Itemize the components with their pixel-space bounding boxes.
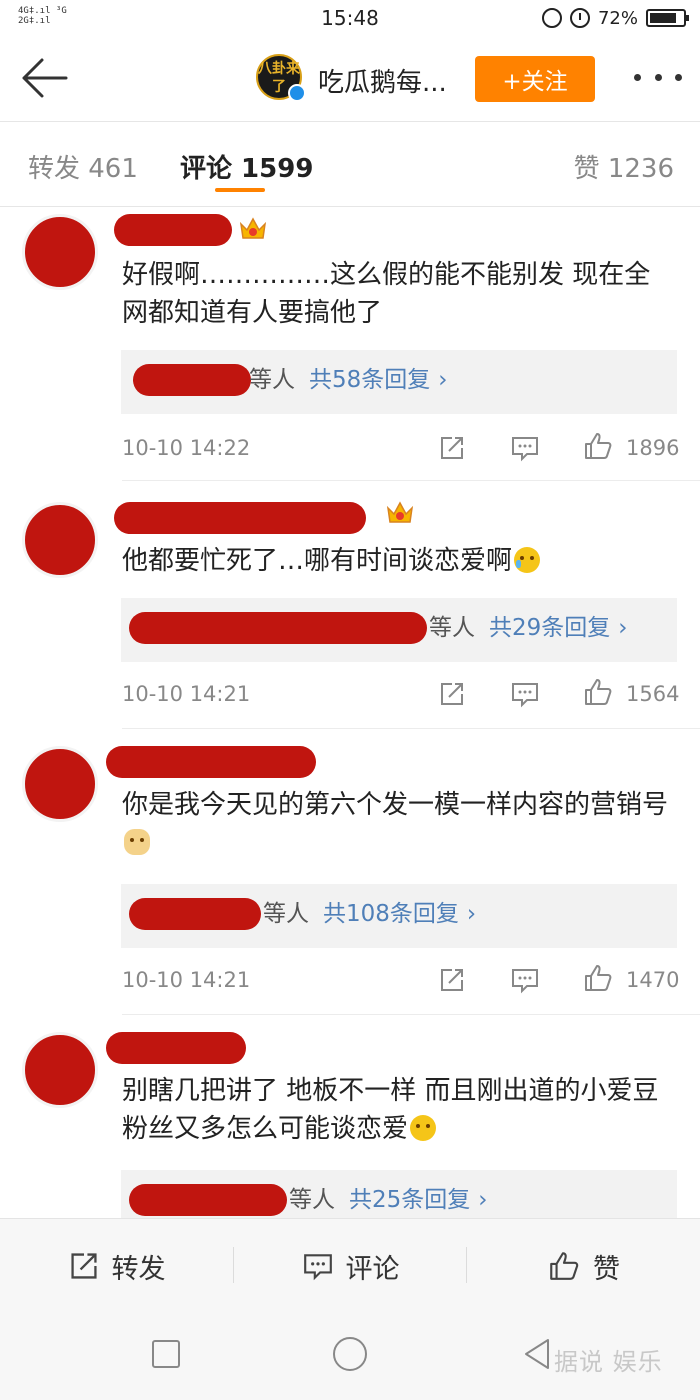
reply-count-link[interactable]: 共58条回复	[309, 367, 430, 393]
system-navigation-bar: 据说 娱乐	[0, 1312, 700, 1400]
share-icon[interactable]	[438, 966, 466, 994]
battery-icon	[646, 9, 689, 27]
commenter-avatar[interactable]	[22, 1032, 98, 1108]
active-tab-indicator	[215, 188, 265, 192]
comment-button[interactable]: 评论	[234, 1219, 467, 1313]
comment-text: 你是我今天见的第六个发一模一样内容的营销号	[122, 786, 670, 862]
recent-apps-icon[interactable]	[152, 1340, 180, 1368]
commenter-name-redacted[interactable]	[114, 502, 366, 534]
reply-preview[interactable]: 等人 共25条回复 ›	[121, 1170, 677, 1218]
vip-crown-icon	[386, 501, 414, 523]
thumbs-up-icon	[550, 1252, 579, 1280]
comment-text: 好假啊……………这么假的能不能别发 现在全网都知道有人要搞他了	[122, 260, 651, 328]
reply-who: 等人	[249, 367, 295, 393]
chevron-right-icon: ›	[478, 1187, 488, 1213]
bottom-action-bar: 转发 评论 赞	[0, 1218, 700, 1312]
tab-likes[interactable]: 赞 1236	[574, 148, 674, 185]
thumbs-up-icon[interactable]	[582, 430, 614, 462]
chevron-right-icon: ›	[466, 901, 477, 927]
reply-count-link[interactable]: 共108条回复	[323, 901, 459, 927]
thumbs-up-icon[interactable]	[582, 676, 614, 708]
alarm-icon	[569, 8, 590, 28]
comment-divider	[122, 480, 700, 481]
comment-icon[interactable]	[510, 680, 540, 708]
replier-names-redacted	[129, 898, 261, 930]
commenter-avatar[interactable]	[22, 746, 98, 822]
comment-label: 评论	[345, 1253, 400, 1285]
tab-comments[interactable]: 评论 1599	[180, 148, 313, 185]
reply-preview[interactable]: 等人 共108条回复 ›	[121, 884, 677, 948]
tab-forwards[interactable]: 转发 461	[28, 148, 138, 185]
share-icon	[70, 1253, 97, 1279]
commenter-avatar[interactable]	[22, 502, 98, 578]
replier-names-redacted	[129, 612, 427, 644]
comment-icon	[303, 1254, 332, 1281]
follow-button[interactable]: +关注	[475, 56, 595, 102]
vip-crown-icon	[239, 217, 267, 239]
comment-time: 10-10 14:21	[122, 682, 251, 706]
comment-time: 10-10 14:21	[122, 968, 251, 992]
replier-names-redacted	[133, 364, 251, 396]
like-count: 1564	[626, 682, 680, 706]
home-icon[interactable]	[333, 1337, 367, 1371]
verified-badge-icon	[288, 84, 306, 102]
nav-bar: 八卦来了 吃瓜鹅每... +关注	[0, 38, 700, 122]
reply-preview[interactable]: 等人 共29条回复 ›	[121, 598, 677, 662]
comment-divider	[122, 1014, 700, 1015]
forward-button[interactable]: 转发	[0, 1219, 233, 1313]
like-button[interactable]: 赞	[467, 1219, 700, 1313]
reply-count-link[interactable]: 共29条回复	[489, 615, 610, 641]
reply-who: 等人	[263, 901, 309, 927]
like-label: 赞	[593, 1253, 620, 1285]
comment-divider	[122, 728, 700, 729]
like-count: 1896	[626, 436, 680, 460]
share-icon[interactable]	[438, 434, 466, 462]
cry-laugh-emoji-icon	[514, 547, 541, 573]
chevron-right-icon: ›	[618, 615, 628, 641]
comment-text-body: 你是我今天见的第六个发一模一样内容的营销号	[122, 790, 669, 820]
reply-count-link[interactable]: 共25条回复	[349, 1187, 470, 1213]
lock-rotation-icon	[541, 8, 562, 28]
like-count: 1470	[626, 968, 680, 992]
battery-percent: 72%	[597, 7, 638, 29]
forward-label: 转发	[111, 1253, 166, 1285]
doge-emoji-icon	[124, 829, 150, 855]
smug-emoji-icon	[410, 1115, 437, 1141]
divider	[0, 206, 700, 207]
tab-bar: 转发 461 评论 1599 赞 1236	[0, 122, 700, 206]
replier-names-redacted	[129, 1184, 287, 1216]
comment-text: 他都要忙死了…哪有时间谈恋爱啊	[122, 542, 670, 580]
share-icon[interactable]	[438, 680, 466, 708]
commenter-name-redacted[interactable]	[114, 214, 232, 246]
account-name[interactable]: 吃瓜鹅每...	[318, 62, 447, 99]
status-icons: 72%	[541, 6, 689, 30]
comment-icon[interactable]	[510, 966, 540, 994]
commenter-name-redacted[interactable]	[106, 1032, 246, 1064]
back-arrow-icon[interactable]	[18, 54, 70, 102]
comment-meta: 10-10 14:22 1896	[122, 430, 680, 470]
reply-preview[interactable]: 等人 共58条回复 ›	[121, 350, 677, 414]
battery-level	[650, 13, 676, 23]
comment-meta: 10-10 14:21 1470	[122, 962, 680, 1002]
comment-time: 10-10 14:22	[122, 436, 251, 460]
reply-who: 等人	[429, 615, 475, 641]
commenter-name-redacted[interactable]	[106, 746, 316, 778]
reply-who: 等人	[289, 1187, 335, 1213]
comment-text-body: 别瞎几把讲了 地板不一样 而且刚出道的小爱豆粉丝又多怎么可能谈恋爱	[122, 1076, 659, 1144]
thumbs-up-icon[interactable]	[582, 962, 614, 994]
comment-icon[interactable]	[510, 434, 540, 462]
commenter-avatar[interactable]	[22, 214, 98, 290]
watermark: 据说 娱乐	[554, 1348, 663, 1376]
chevron-right-icon: ›	[438, 367, 448, 393]
status-bar: 4G‡.ıl ³G 2G‡.ıl 15:48 72%	[0, 0, 700, 38]
comment-meta: 10-10 14:21 1564	[122, 676, 680, 716]
system-back-icon[interactable]	[520, 1336, 554, 1372]
more-options-icon[interactable]	[634, 74, 682, 82]
comment-text: 别瞎几把讲了 地板不一样 而且刚出道的小爱豆粉丝又多怎么可能谈恋爱	[122, 1072, 670, 1148]
comment-text-body: 他都要忙死了…哪有时间谈恋爱啊	[122, 546, 513, 576]
